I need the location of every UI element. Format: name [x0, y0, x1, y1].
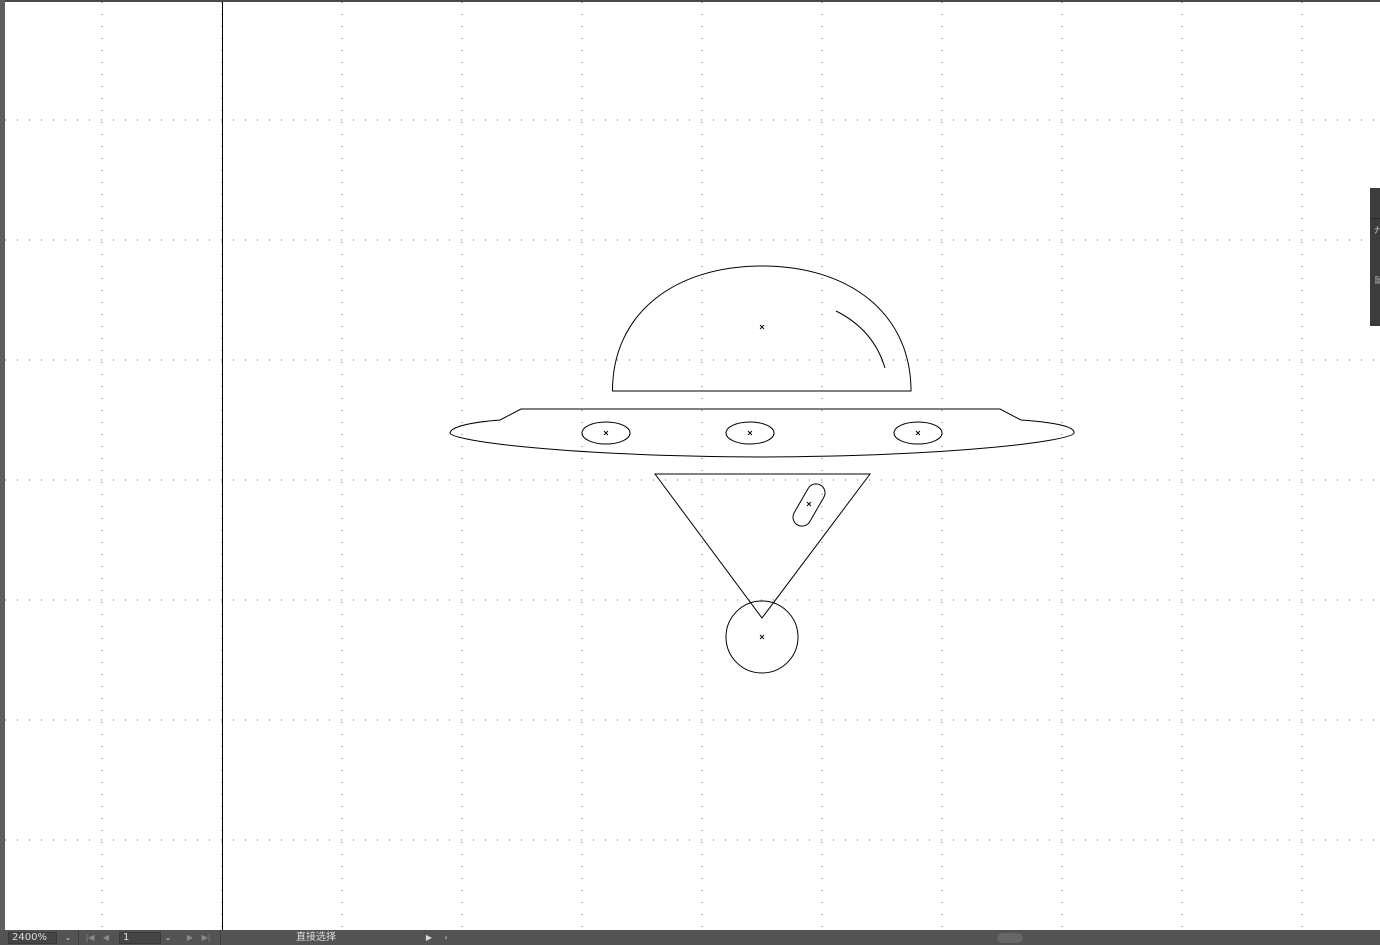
canvas-svg[interactable]	[5, 2, 1375, 930]
status-divider	[78, 930, 79, 945]
collapsed-panel-tab[interactable]: 开 鼠	[1370, 188, 1380, 326]
dome-highlight[interactable]	[835, 310, 886, 369]
grid-layer	[5, 2, 1375, 930]
horizontal-scroll-thumb[interactable]	[997, 933, 1023, 943]
window-right-center-mark	[915, 430, 921, 436]
status-bar: 2400% ⌄ |◀ ◀ 1 ⌄ ▶ ▶| 直接选择 ▶ ‹	[0, 930, 1380, 945]
saucer-body[interactable]	[449, 408, 1075, 458]
zoom-level-field[interactable]: 2400%	[8, 932, 57, 944]
chevron-left-icon[interactable]: ‹	[440, 930, 452, 945]
prev-page-icon[interactable]: ◀	[100, 930, 112, 945]
panel-tab-divider	[1370, 218, 1380, 219]
panel-tab-label-1[interactable]: 开	[1374, 226, 1380, 236]
last-page-icon[interactable]: ▶|	[200, 930, 212, 945]
artboard-number-field[interactable]: 1	[119, 932, 161, 944]
center-point-markers	[603, 324, 921, 640]
chevron-down-icon[interactable]: ⌄	[162, 930, 174, 945]
beam-triangle[interactable]	[654, 473, 871, 619]
panel-tab-label-2[interactable]: 鼠	[1374, 276, 1380, 286]
next-page-icon[interactable]: ▶	[184, 930, 196, 945]
dome-center-mark	[759, 324, 765, 330]
window-center-center-mark	[747, 430, 753, 436]
current-tool-label: 直接选择	[296, 932, 336, 943]
first-page-icon[interactable]: |◀	[84, 930, 96, 945]
circle-center-mark	[759, 634, 765, 640]
dome[interactable]	[611, 265, 912, 392]
beam-capsule[interactable]	[790, 481, 829, 530]
play-icon[interactable]: ▶	[423, 930, 435, 945]
chevron-down-icon[interactable]: ⌄	[62, 930, 74, 945]
window-left-center-mark	[603, 430, 609, 436]
status-divider	[220, 930, 221, 945]
capsule-center-mark	[806, 501, 812, 507]
drawing-canvas[interactable]	[5, 2, 1375, 930]
